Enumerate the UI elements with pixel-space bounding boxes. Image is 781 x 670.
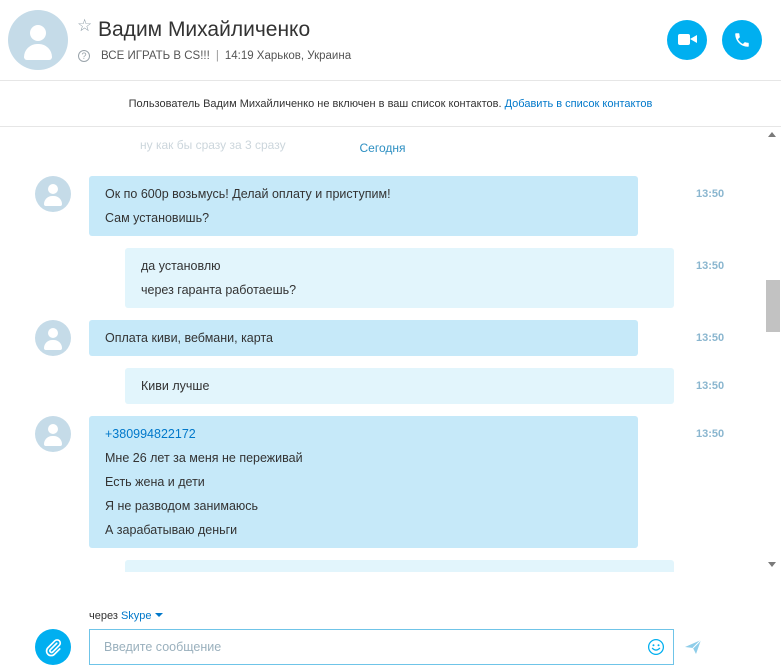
paperclip-icon	[45, 639, 62, 657]
message-bubble-incoming[interactable]: Ок по 600р возьмусь! Делай оплату и прис…	[89, 176, 638, 236]
audio-call-button[interactable]	[722, 20, 762, 60]
message-line: А зарабатываю деньги	[105, 523, 238, 537]
avatar-body	[44, 436, 62, 446]
message-line: Ок по 600р возьмусь! Делай оплату и прис…	[105, 187, 391, 201]
star-icon[interactable]: ☆	[77, 18, 92, 35]
mood-message: ВСЕ ИГРАТЬ В CS!!!	[101, 50, 210, 62]
scroll-thumb[interactable]	[766, 280, 780, 332]
message-bubble-incoming[interactable]: Оплата киви, вебмани, карта	[89, 320, 638, 356]
conversation-pane[interactable]: ну как бы сразу за 3 сразу Сегодня Ок по…	[0, 128, 765, 572]
attach-button[interactable]	[35, 629, 71, 665]
send-icon[interactable]	[684, 639, 702, 655]
avatar-head	[48, 424, 58, 434]
message-time: 13:50	[696, 260, 725, 272]
chat-header: ☆ Вадим Михайличенко ? ВСЕ ИГРАТЬ В CS!!…	[0, 0, 781, 81]
message-line: да установлю	[141, 259, 221, 273]
message-bubble-outgoing-partial[interactable]	[125, 560, 674, 572]
avatar-body	[24, 44, 52, 60]
via-label: через	[89, 610, 118, 622]
video-lens-shape	[690, 35, 697, 43]
scroll-down-arrow-icon[interactable]	[768, 562, 776, 567]
video-call-button[interactable]	[667, 20, 707, 60]
avatar-head	[48, 184, 58, 194]
message-time: 13:50	[696, 332, 725, 344]
message-input[interactable]	[104, 638, 624, 656]
message-time: 13:50	[696, 380, 725, 392]
message-input-box[interactable]	[89, 629, 674, 665]
sender-avatar[interactable]	[35, 416, 71, 452]
message-line: Я не разводом занимаюсь	[105, 499, 259, 513]
message-line: через гаранта работаешь?	[141, 283, 297, 297]
question-icon: ?	[78, 50, 90, 62]
scroll-up-arrow-icon[interactable]	[768, 132, 776, 137]
emoji-icon[interactable]	[647, 638, 665, 656]
conversation-scrollbar[interactable]	[765, 128, 781, 572]
avatar-head	[30, 25, 46, 41]
contact-avatar[interactable]	[8, 10, 68, 70]
not-in-contacts-banner: Пользователь Вадим Михайличенко не включ…	[0, 81, 781, 127]
message-time: 13:50	[696, 428, 725, 440]
message-line: Мне 26 лет за меня не переживай	[105, 451, 303, 465]
sender-avatar[interactable]	[35, 176, 71, 212]
send-via-selector[interactable]: через Skype	[89, 610, 163, 622]
local-time-location: 14:19 Харьков, Украина	[224, 50, 352, 62]
avatar-body	[44, 196, 62, 206]
video-call-icon	[678, 34, 690, 45]
add-to-contacts-link[interactable]: Добавить в список контактов	[505, 98, 653, 110]
message-bubble-incoming[interactable]: +380994822172 Мне 26 лет за меня не пере…	[89, 416, 638, 548]
audio-call-icon	[735, 33, 749, 47]
avatar-head	[48, 328, 58, 338]
message-bubble-outgoing[interactable]: да установлю через гаранта работаешь?	[125, 248, 674, 308]
via-service[interactable]: Skype	[121, 610, 152, 622]
contact-name[interactable]: Вадим Михайличенко	[98, 18, 310, 42]
mood-separator: |	[215, 50, 219, 62]
message-line: Есть жена и дети	[105, 475, 205, 489]
message-time: 13:50	[696, 188, 725, 200]
chevron-down-icon[interactable]	[154, 613, 163, 617]
message-line: Оплата киви, вебмани, карта	[105, 331, 273, 345]
message-line: Сам установишь?	[105, 211, 210, 225]
avatar-body	[44, 340, 62, 350]
mood-row: ? ВСЕ ИГРАТЬ В CS!!! | 14:19 Харьков, Ук…	[78, 48, 351, 64]
message-bubble-outgoing[interactable]: Киви лучше	[125, 368, 674, 404]
date-divider: Сегодня	[359, 141, 406, 155]
message-line: Киви лучше	[141, 379, 210, 393]
phone-number-link[interactable]: +380994822172	[105, 422, 622, 446]
sender-avatar[interactable]	[35, 320, 71, 356]
banner-text: Пользователь Вадим Михайличенко не включ…	[128, 98, 502, 110]
